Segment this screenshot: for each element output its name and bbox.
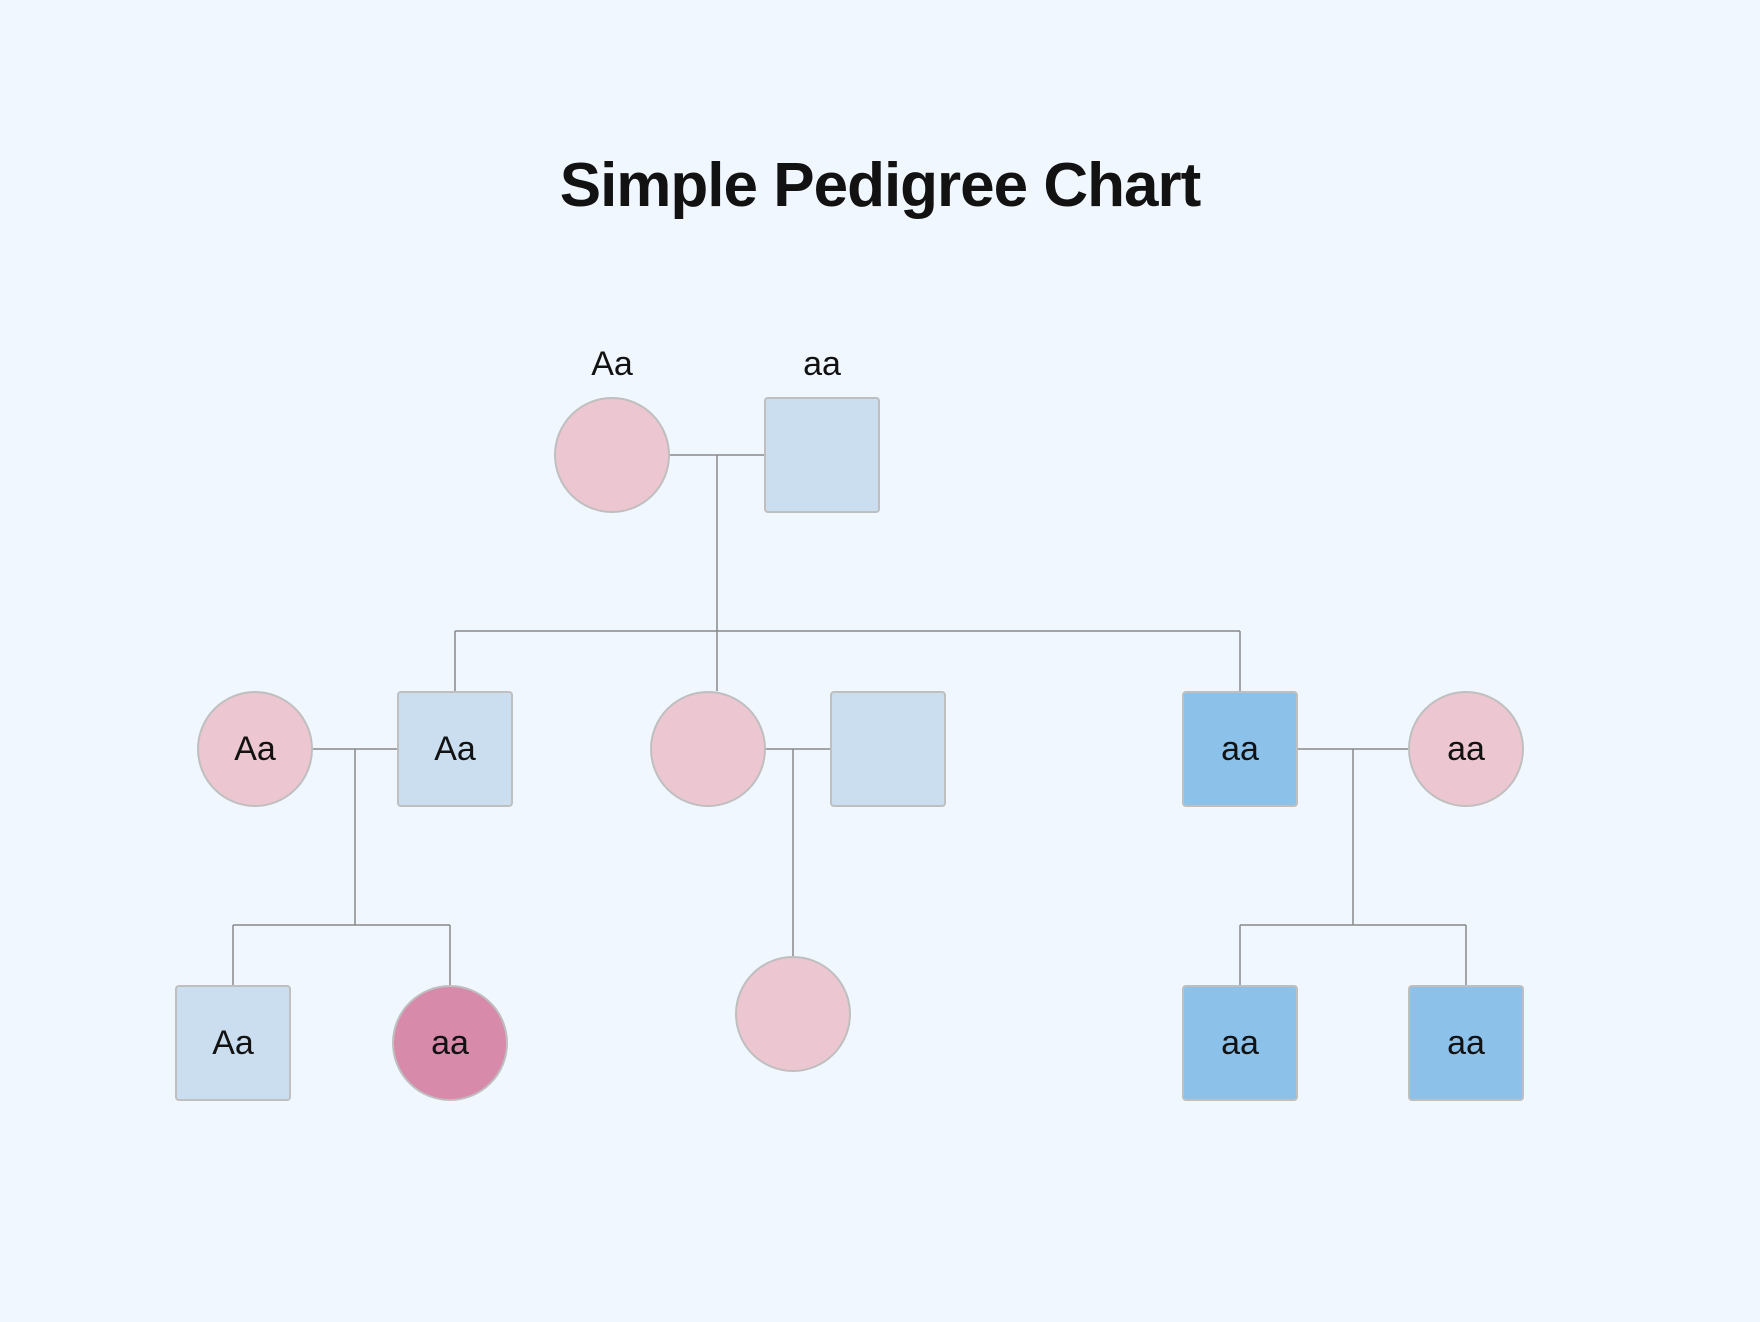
g2-male-left: Aa bbox=[397, 691, 513, 807]
g1-female-label: Aa bbox=[591, 345, 633, 384]
g1-male bbox=[764, 397, 880, 513]
g1-male-label: aa bbox=[803, 345, 841, 384]
g2-female-right: aa bbox=[1408, 691, 1524, 807]
g3-circle-left: aa bbox=[392, 985, 508, 1101]
g1-female bbox=[554, 397, 670, 513]
g3-square-r1: aa bbox=[1182, 985, 1298, 1101]
page-title: Simple Pedigree Chart bbox=[0, 150, 1760, 221]
g2-male-mid bbox=[830, 691, 946, 807]
g3-circle-mid bbox=[735, 956, 851, 1072]
g3-square-r2: aa bbox=[1408, 985, 1524, 1101]
g2-female-mid bbox=[650, 691, 766, 807]
g3-square-left: Aa bbox=[175, 985, 291, 1101]
g2-male-right: aa bbox=[1182, 691, 1298, 807]
g2-female-left: Aa bbox=[197, 691, 313, 807]
